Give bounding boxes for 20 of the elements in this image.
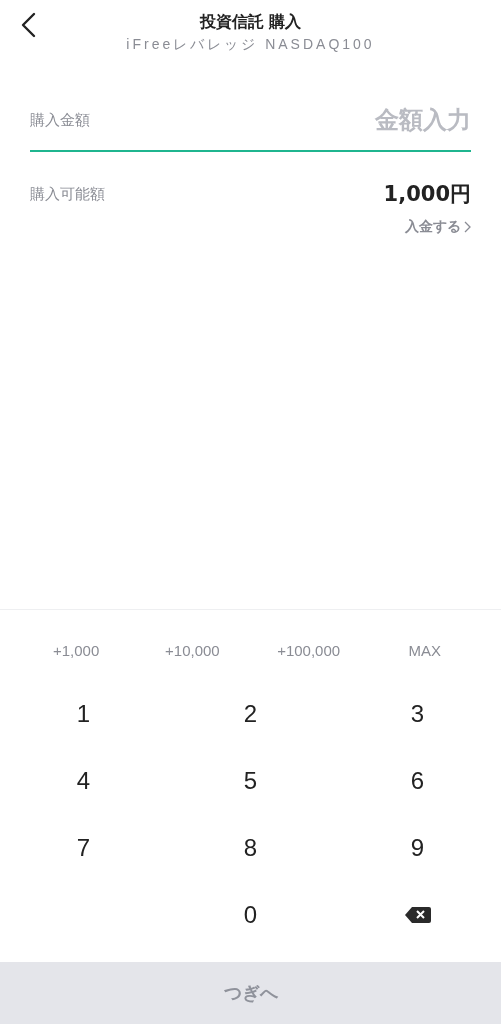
- digit-key[interactable]: 9: [372, 814, 463, 881]
- field-label: 購入金額: [30, 110, 90, 130]
- digit-key[interactable]: 3: [372, 680, 463, 747]
- fund-name: iFreeレバレッジ NASDAQ100: [126, 35, 375, 54]
- digit-key[interactable]: 6: [372, 747, 463, 814]
- backspace-icon: [403, 905, 432, 924]
- available-label: 購入可能額: [30, 184, 105, 204]
- page-title: 投資信託 購入: [199, 11, 302, 33]
- digit-key[interactable]: 1: [38, 680, 129, 747]
- digit-key[interactable]: 8: [205, 814, 296, 881]
- quick-amount-button[interactable]: +1,000: [46, 634, 106, 666]
- digit-key[interactable]: 4: [38, 747, 129, 814]
- available-amount: 1,000円: [383, 181, 471, 208]
- digit-key[interactable]: 5: [205, 747, 296, 814]
- back-icon: [20, 12, 36, 38]
- digit-key[interactable]: 2: [205, 680, 296, 747]
- digit-key[interactable]: 0: [205, 881, 296, 948]
- chevron-icon: [464, 221, 471, 233]
- digit-key[interactable]: 7: [38, 814, 129, 881]
- quick-amount-button[interactable]: +10,000: [159, 634, 226, 666]
